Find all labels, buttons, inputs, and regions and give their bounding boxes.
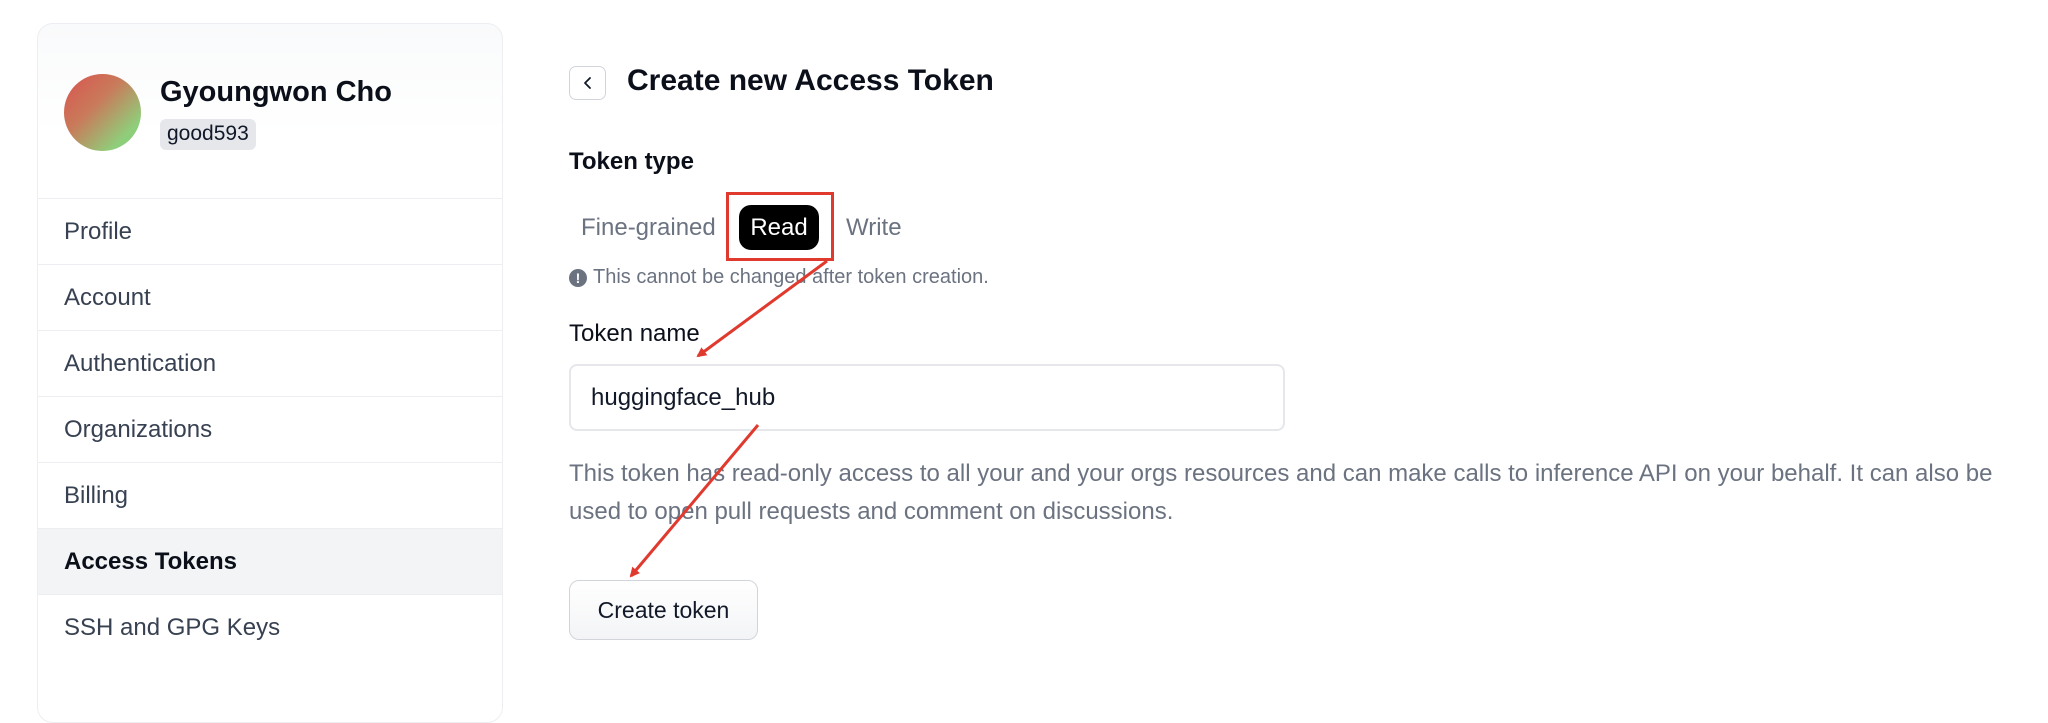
user-name: Gyoungwon Cho — [160, 76, 392, 108]
exclamation-circle-icon: ! — [569, 268, 587, 287]
sidebar-item-ssh-gpg-keys[interactable]: SSH and GPG Keys — [38, 594, 502, 660]
settings-sidebar: Gyoungwon Cho good593 Profile Account Au… — [37, 23, 503, 723]
token-type-write-option[interactable]: Write — [846, 205, 902, 250]
token-type-fine-grained-option[interactable]: Fine-grained — [581, 205, 716, 250]
token-name-input[interactable] — [569, 364, 1285, 431]
annotation-highlight-box — [726, 192, 834, 261]
token-type-label: Token type — [569, 148, 694, 175]
create-token-button[interactable]: Create token — [569, 580, 758, 640]
avatar[interactable] — [64, 74, 141, 151]
token-name-label: Token name — [569, 320, 700, 347]
sidebar-item-organizations[interactable]: Organizations — [38, 396, 502, 462]
token-description: This token has read-only access to all y… — [569, 460, 1993, 525]
chevron-left-icon — [583, 77, 591, 89]
settings-nav: Profile Account Authentication Organizat… — [38, 198, 502, 660]
sidebar-item-account[interactable]: Account — [38, 264, 502, 330]
back-button[interactable] — [569, 66, 606, 100]
sidebar-item-profile[interactable]: Profile — [38, 198, 502, 264]
page-title: Create new Access Token — [627, 64, 994, 97]
user-profile-card: Gyoungwon Cho good593 — [38, 24, 502, 198]
sidebar-item-access-tokens[interactable]: Access Tokens — [38, 528, 502, 594]
sidebar-item-billing[interactable]: Billing — [38, 462, 502, 528]
user-handle-badge: good593 — [160, 119, 256, 150]
notice-text: This cannot be changed after token creat… — [593, 266, 989, 288]
sidebar-item-authentication[interactable]: Authentication — [38, 330, 502, 396]
token-type-notice: ! This cannot be changed after token cre… — [569, 266, 989, 289]
